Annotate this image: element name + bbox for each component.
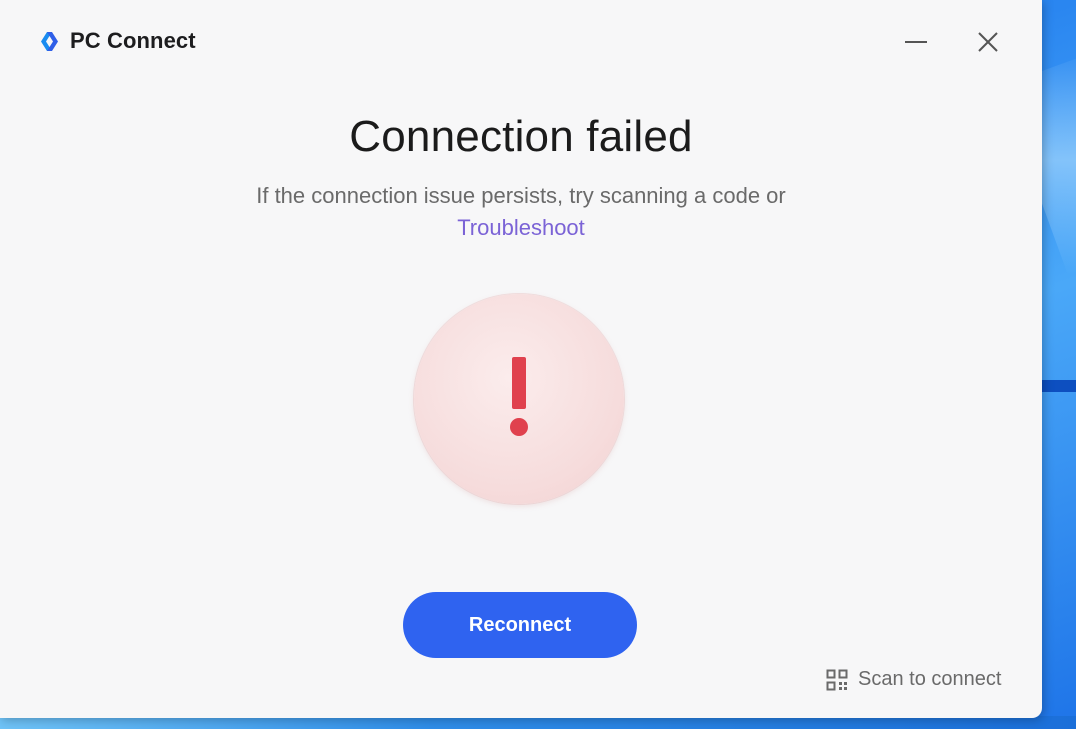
reconnect-button[interactable]: Reconnect <box>403 592 637 658</box>
pc-connect-window: PC Connect Connection failed If the conn… <box>0 0 1042 718</box>
app-brand: PC Connect <box>37 28 196 54</box>
app-name: PC Connect <box>70 28 196 53</box>
wallpaper-band <box>1040 380 1076 392</box>
scan-to-connect-label: Scan to connect <box>858 668 1002 690</box>
scan-to-connect-link[interactable]: Scan to connect <box>826 668 1001 691</box>
page-title: Connection failed <box>349 112 693 161</box>
minimize-button[interactable] <box>896 22 936 62</box>
close-button[interactable] <box>968 22 1008 62</box>
title-bar[interactable]: PC Connect <box>0 0 1042 84</box>
error-status-indicator <box>414 294 624 504</box>
status-message-text: If the connection issue persists, try sc… <box>256 183 786 208</box>
status-message: If the connection issue persists, try sc… <box>0 180 1042 244</box>
exclamation-icon <box>510 357 528 436</box>
close-icon <box>978 32 998 52</box>
desktop-background: PC Connect Connection failed If the conn… <box>0 0 1076 729</box>
qr-code-icon <box>826 669 848 690</box>
minimize-icon <box>905 41 927 43</box>
troubleshoot-link[interactable]: Troubleshoot <box>457 215 585 240</box>
pc-connect-logo-icon <box>41 31 58 51</box>
